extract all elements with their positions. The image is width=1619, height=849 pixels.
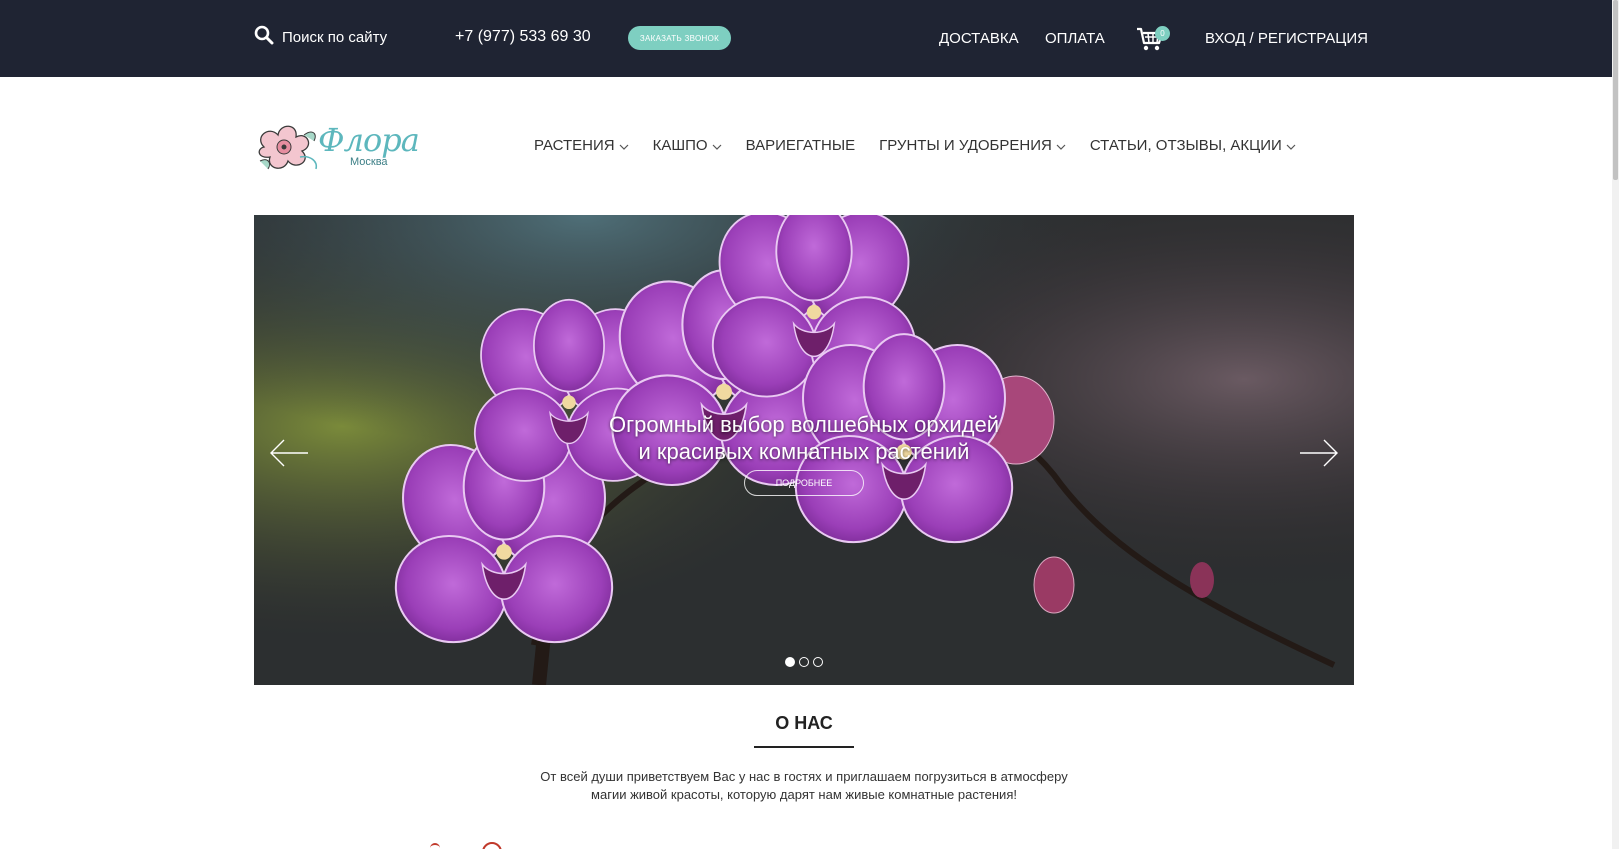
nav-item-plants[interactable]: РАСТЕНИЯ bbox=[534, 137, 629, 154]
decor-icon bbox=[430, 843, 440, 849]
about-text-line-1: От всей души приветствуем Вас у нас в го… bbox=[540, 769, 1068, 784]
logo-city-text: Москва bbox=[350, 156, 388, 168]
next-section-peek bbox=[430, 839, 790, 849]
scrollbar-thumb[interactable] bbox=[1613, 0, 1618, 180]
hero-slider[interactable]: Огромный выбор волшебных орхидей и краси… bbox=[254, 215, 1354, 685]
slide-title-line-1: Огромный выбор волшебных орхидей bbox=[609, 412, 999, 437]
slider-prev-button[interactable] bbox=[268, 437, 310, 469]
nav-item-pots[interactable]: КАШПО bbox=[653, 137, 722, 154]
about-title-underline bbox=[754, 746, 854, 748]
slide-more-button[interactable]: ПОДРОБНЕЕ bbox=[744, 470, 864, 496]
callback-button[interactable]: ЗАКАЗАТЬ ЗВОНОК bbox=[628, 26, 731, 50]
logo-script-text: Флора bbox=[318, 121, 420, 159]
nav-item-label: СТАТЬИ, ОТЗЫВЫ, АКЦИИ bbox=[1089, 137, 1282, 154]
slider-dots bbox=[785, 657, 823, 667]
about-text-line-2: магии живой красоты, которую дарят нам ж… bbox=[591, 787, 1017, 802]
slide-title: Огромный выбор волшебных орхидей и краси… bbox=[254, 411, 1354, 465]
slider-dot-1[interactable] bbox=[785, 657, 795, 667]
nav-item-label: ВАРИЕГАТНЫЕ bbox=[745, 137, 856, 154]
phone-number[interactable]: +7 (977) 533 69 30 bbox=[455, 28, 591, 46]
chevron-down-icon bbox=[619, 137, 629, 154]
cart-count-badge: 0 bbox=[1155, 26, 1170, 41]
chevron-down-icon bbox=[1286, 137, 1296, 154]
about-text: От всей души приветствуем Вас у нас в го… bbox=[0, 768, 1608, 804]
nav-item-soils[interactable]: ГРУНТЫ И УДОБРЕНИЯ bbox=[879, 137, 1066, 154]
chevron-down-icon bbox=[1056, 137, 1066, 154]
cart-icon bbox=[1135, 27, 1165, 58]
nav-item-label: КАШПО bbox=[652, 137, 708, 154]
top-bar: Поиск по сайту +7 (977) 533 69 30 ЗАКАЗА… bbox=[0, 0, 1612, 77]
slide-title-line-2: и красивых комнатных растений bbox=[638, 439, 970, 464]
login-register-link[interactable]: ВХОД / РЕГИСТРАЦИЯ bbox=[1205, 30, 1368, 47]
chevron-down-icon bbox=[712, 137, 722, 154]
site-logo[interactable]: Флора Москва bbox=[254, 117, 420, 177]
slider-next-button[interactable] bbox=[1298, 437, 1340, 469]
search-label: Поиск по сайту bbox=[282, 28, 388, 46]
nav-item-articles[interactable]: СТАТЬИ, ОТЗЫВЫ, АКЦИИ bbox=[1090, 137, 1296, 154]
slider-dot-2[interactable] bbox=[799, 657, 809, 667]
arrow-left-icon bbox=[270, 439, 308, 467]
arrow-right-icon bbox=[1300, 439, 1338, 467]
main-navigation: РАСТЕНИЯ КАШПО ВАРИЕГАТНЫЕ ГРУНТЫ И УДОБ… bbox=[534, 137, 1320, 154]
cart-button[interactable]: 0 bbox=[1135, 24, 1171, 54]
nav-item-label: ГРУНТЫ И УДОБРЕНИЯ bbox=[879, 137, 1052, 154]
search-icon bbox=[254, 25, 274, 49]
nav-item-label: РАСТЕНИЯ bbox=[534, 137, 615, 154]
payment-link[interactable]: ОПЛАТА bbox=[1045, 30, 1105, 47]
site-search[interactable]: Поиск по сайту bbox=[254, 25, 387, 49]
nav-item-variegated[interactable]: ВАРИЕГАТНЫЕ bbox=[746, 137, 856, 154]
slider-dot-3[interactable] bbox=[813, 657, 823, 667]
about-title: О НАС bbox=[775, 713, 833, 733]
circle-icon bbox=[482, 842, 502, 849]
flower-logo-icon bbox=[258, 125, 318, 170]
delivery-link[interactable]: ДОСТАВКА bbox=[939, 30, 1019, 47]
